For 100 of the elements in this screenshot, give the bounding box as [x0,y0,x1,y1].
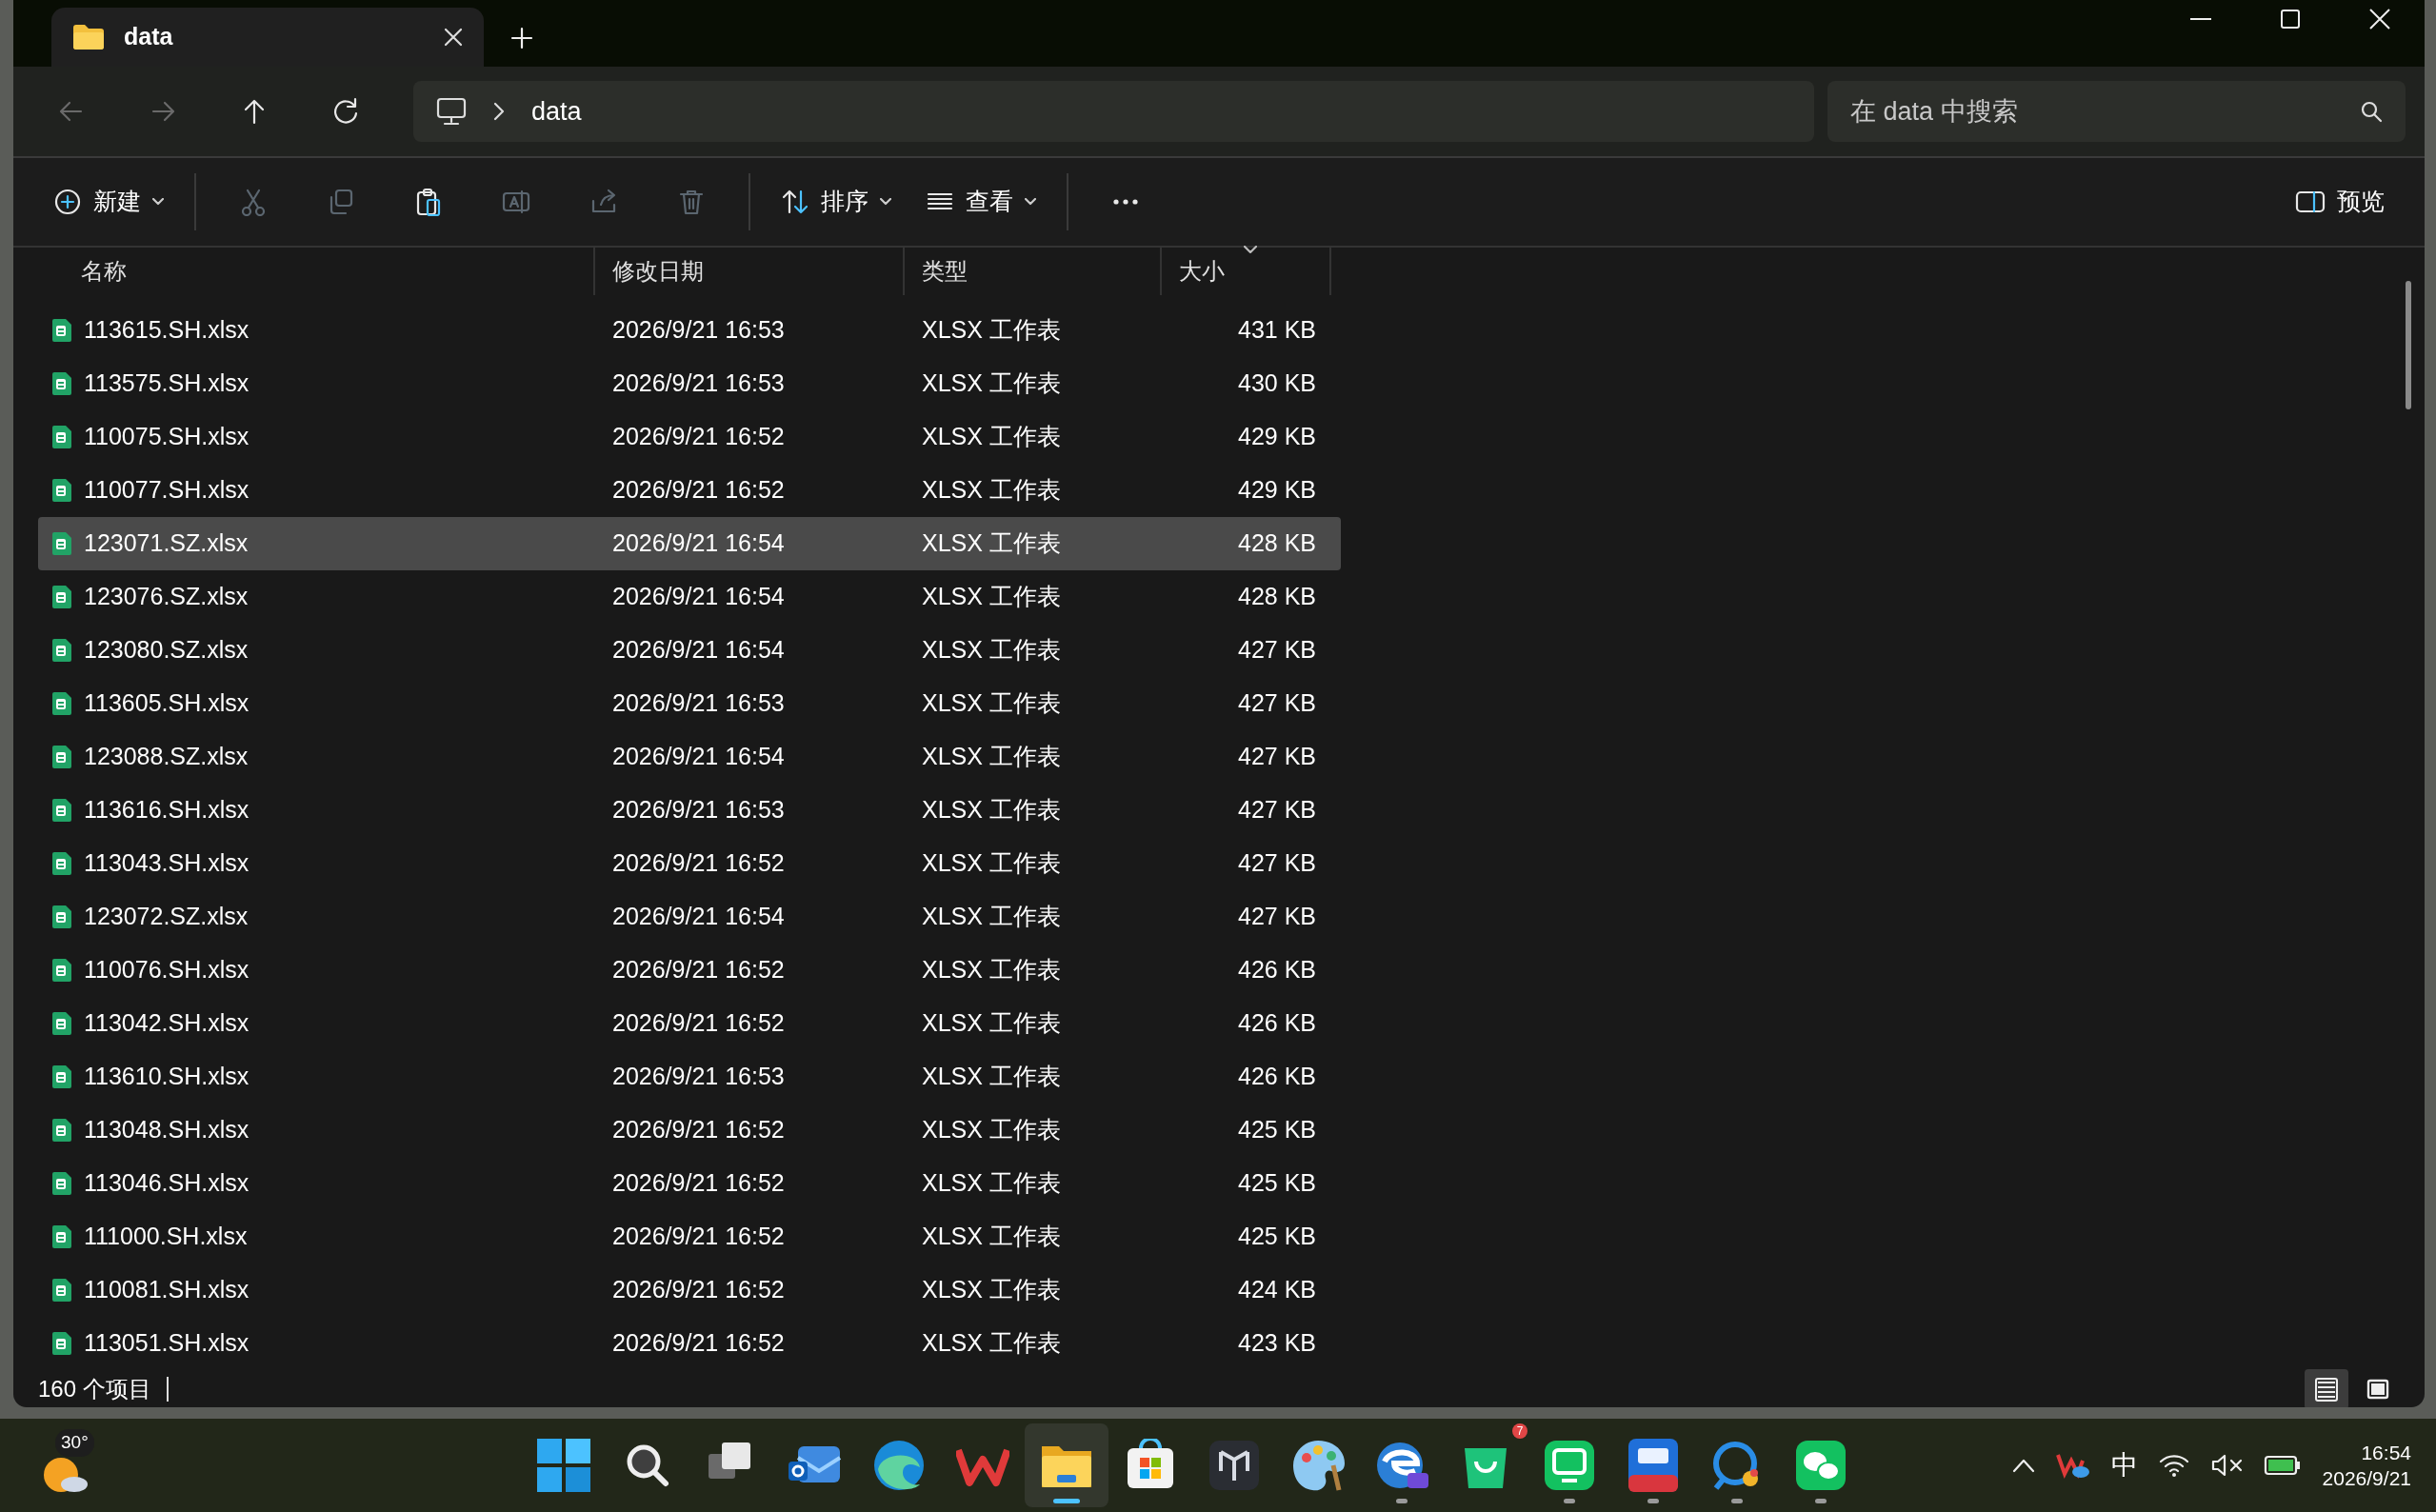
monitor-icon [436,97,467,126]
file-row[interactable]: 113048.SH.xlsx 2026/9/21 16:52 XLSX 工作表 425 KB [38,1104,1341,1157]
file-row[interactable]: 113610.SH.xlsx 2026/9/21 16:53 XLSX 工作表 426 KB [38,1050,1341,1104]
modified-date: 2026/9/21 16:54 [611,582,786,612]
preview-button[interactable]: 预览 [2284,171,2396,232]
battery-icon[interactable] [2263,1454,2302,1477]
file-row[interactable]: 123071.SZ.xlsx 2026/9/21 16:54 XLSX 工作表 428 KB [38,517,1341,570]
column-header[interactable]: 类型 [905,248,1162,295]
modified-date: 2026/9/21 16:53 [611,1062,786,1092]
notification-count: 7 [1512,1423,1527,1439]
file-row[interactable]: 113043.SH.xlsx 2026/9/21 16:52 XLSX 工作表 427 KB [38,837,1341,890]
running-indicator [1564,1499,1575,1503]
file-name: 113048.SH.xlsx [84,1115,250,1145]
file-row[interactable]: 110081.SH.xlsx 2026/9/21 16:52 XLSX 工作表 424 KB [38,1263,1341,1317]
running-indicator [1815,1499,1827,1503]
modified-date: 2026/9/21 16:54 [611,528,786,559]
close-icon [2368,9,2391,30]
file-size: 425 KB [1237,1115,1317,1145]
modified-date: 2026/9/21 16:53 [611,368,786,399]
file-row[interactable]: 123080.SZ.xlsx 2026/9/21 16:54 XLSX 工作表 427 KB [38,624,1341,677]
clock-date: 2026/9/21 [2322,1466,2411,1491]
file-size: 425 KB [1237,1168,1317,1199]
file-row[interactable]: 113616.SH.xlsx 2026/9/21 16:53 XLSX 工作表 427 KB [38,784,1341,837]
file-name: 123071.SZ.xlsx [84,528,249,559]
maximize-icon [2279,9,2302,30]
file-row[interactable]: 123072.SZ.xlsx 2026/9/21 16:54 XLSX 工作表 427 KB [38,890,1341,944]
browser-icon[interactable] [872,1439,926,1492]
file-row[interactable]: 113051.SH.xlsx 2026/9/21 16:52 XLSX 工作表 423 KB [38,1317,1341,1370]
file-row[interactable]: 113046.SH.xlsx 2026/9/21 16:52 XLSX 工作表 425 KB [38,1157,1341,1210]
file-row[interactable]: 123076.SZ.xlsx 2026/9/21 16:54 XLSX 工作表 428 KB [38,570,1341,624]
wifi-icon[interactable] [2158,1453,2189,1478]
new-button[interactable]: 新建 [42,171,175,232]
trading-app-icon[interactable] [1627,1439,1680,1492]
chat-bubbles-icon[interactable] [1794,1439,1847,1492]
file-name: 110075.SH.xlsx [84,422,250,452]
file-name: 113043.SH.xlsx [84,848,250,879]
modified-date: 2026/9/21 16:52 [611,1008,786,1039]
file-type: XLSX 工作表 [921,1222,1062,1252]
details-view-button[interactable] [2305,1369,2348,1407]
modified-date: 2026/9/21 16:52 [611,1115,786,1145]
running-indicator [1053,1499,1080,1503]
spreadsheet-icon [51,745,72,769]
spreadsheet-icon [51,638,72,663]
taskbar-app[interactable]: 7 [1444,1423,1527,1507]
spreadsheet-icon [51,851,72,876]
caret-icon [880,198,891,206]
rename-icon [502,188,530,216]
sort-button[interactable]: 排序 [769,171,903,232]
modified-date: 2026/9/21 16:52 [611,955,786,985]
file-row[interactable]: 110075.SH.xlsx 2026/9/21 16:52 XLSX 工作表 429 KB [38,410,1341,464]
tab[interactable]: data [51,8,484,67]
weather-widget[interactable]: 30° [38,1427,114,1503]
modified-date: 2026/9/21 16:53 [611,795,786,826]
file-type: XLSX 工作表 [921,742,1062,772]
file-name: 123072.SZ.xlsx [84,902,249,932]
file-name: 113605.SH.xlsx [84,688,250,719]
file-size: 424 KB [1237,1275,1317,1305]
file-size: 429 KB [1237,422,1317,452]
chevron-icon [493,102,505,121]
input-method[interactable]: 中 [2110,1445,2138,1485]
file-row[interactable]: 113615.SH.xlsx 2026/9/21 16:53 XLSX 工作表 431 KB [38,304,1341,357]
scissors-icon [239,188,268,216]
file-size: 430 KB [1237,368,1317,399]
clock[interactable]: 16:54 2026/9/21 [2322,1439,2411,1492]
palette-icon[interactable] [1291,1439,1345,1492]
taskbar-app[interactable] [1025,1423,1108,1507]
file-row[interactable]: 113042.SH.xlsx 2026/9/21 16:52 XLSX 工作表 426 KB [38,997,1341,1050]
file-name: 113615.SH.xlsx [84,315,250,346]
scrollbar-thumb[interactable] [2406,281,2411,409]
windows-logo-icon[interactable] [537,1439,590,1492]
file-size: 426 KB [1237,1062,1317,1092]
file-row[interactable]: 113605.SH.xlsx 2026/9/21 16:53 XLSX 工作表 427 KB [38,677,1341,730]
search-field[interactable]: 在 data 中搜索 [1827,81,2406,142]
file-row[interactable]: 110076.SH.xlsx 2026/9/21 16:52 XLSX 工作表 426 KB [38,944,1341,997]
file-size: 423 KB [1237,1328,1317,1359]
modified-date: 2026/9/21 16:54 [611,902,786,932]
spreadsheet-icon [51,478,72,503]
file-name: 113046.SH.xlsx [84,1168,250,1199]
file-type: XLSX 工作表 [921,475,1062,506]
cloud-icon[interactable] [2055,1451,2090,1480]
file-row[interactable]: 113575.SH.xlsx 2026/9/21 16:53 XLSX 工作表 430 KB [38,357,1341,410]
column-header[interactable]: 名称 [38,248,595,295]
modified-date: 2026/9/21 16:54 [611,742,786,772]
file-row[interactable]: 110077.SH.xlsx 2026/9/21 16:52 XLSX 工作表 429 KB [38,464,1341,517]
plus-icon [510,27,533,50]
file-row[interactable]: 123088.SZ.xlsx 2026/9/21 16:54 XLSX 工作表 427 KB [38,730,1341,784]
chevron-up-icon[interactable] [2011,1458,2035,1473]
message-icon[interactable] [1543,1439,1596,1492]
address-bar[interactable]: data [413,81,1814,142]
column-header[interactable]: 修改日期 [595,248,905,295]
modified-date: 2026/9/21 16:52 [611,1222,786,1252]
close-icon[interactable] [444,28,463,47]
breadcrumb[interactable]: data [531,91,582,131]
muted-speaker-icon[interactable] [2209,1453,2243,1478]
view-button[interactable]: 查看 [914,171,1048,232]
column-header[interactable]: 大小 [1162,248,1331,295]
file-name: 113051.SH.xlsx [84,1328,250,1359]
folder-icon [72,24,105,50]
modified-date: 2026/9/21 16:53 [611,688,786,719]
file-row[interactable]: 111000.SH.xlsx 2026/9/21 16:52 XLSX 工作表 425 KB [38,1210,1341,1263]
